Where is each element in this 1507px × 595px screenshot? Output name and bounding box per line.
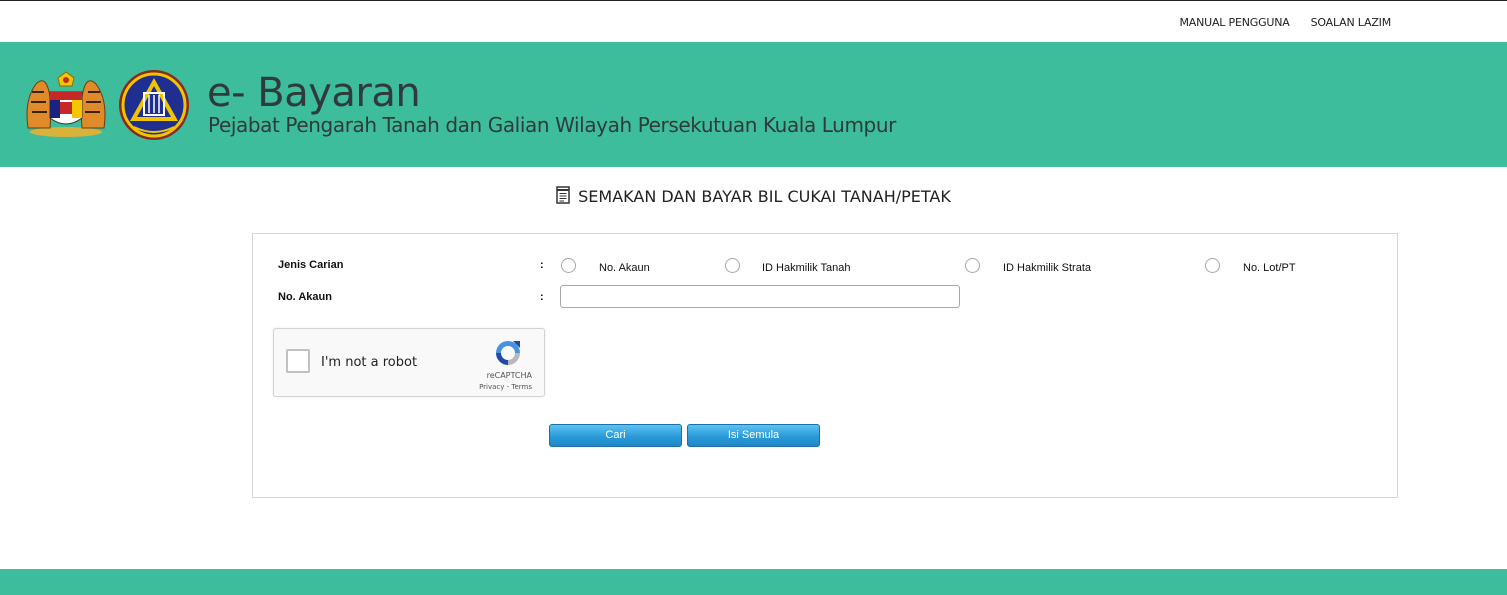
radio-id-hakmilik-strata[interactable]	[965, 258, 980, 273]
document-icon	[556, 186, 570, 204]
reset-button[interactable]: Isi Semula	[687, 424, 820, 447]
land-office-seal-icon	[119, 70, 189, 140]
radio-label-id-hakmilik-tanah: ID Hakmilik Tanah	[762, 262, 851, 274]
app-subtitle: Pejabat Pengarah Tanah dan Galian Wilaya…	[208, 113, 896, 137]
search-button[interactable]: Cari	[549, 424, 682, 447]
account-label: No. Akaun	[278, 291, 332, 303]
radio-label-no-akaun: No. Akaun	[599, 262, 650, 274]
manual-link[interactable]: MANUAL PENGGUNA	[1179, 16, 1289, 29]
recaptcha-links[interactable]: Privacy - Terms	[479, 383, 532, 391]
recaptcha-brand: reCAPTCHA	[486, 371, 532, 380]
search-form-panel: Jenis Carian : No. Akaun ID Hakmilik Tan…	[252, 233, 1398, 498]
search-type-label: Jenis Carian	[278, 259, 344, 271]
radio-label-id-hakmilik-strata: ID Hakmilik Strata	[1003, 262, 1092, 274]
account-colon: :	[540, 291, 544, 303]
top-border	[0, 0, 1507, 1]
search-type-colon: :	[540, 259, 544, 271]
radio-no-lot-pt[interactable]	[1205, 258, 1220, 273]
recaptcha-logo-icon	[496, 341, 520, 365]
account-number-input[interactable]	[560, 285, 960, 308]
radio-no-akaun[interactable]	[561, 258, 576, 273]
page-title-text: SEMAKAN DAN BAYAR BIL CUKAI TANAH/PETAK	[578, 187, 951, 206]
recaptcha-widget: I'm not a robot reCAPTCHA Privacy - Term…	[273, 328, 545, 397]
recaptcha-text: I'm not a robot	[321, 355, 418, 370]
page-title: SEMAKAN DAN BAYAR BIL CUKAI TANAH/PETAK	[0, 186, 1507, 206]
radio-label-no-lot-pt: No. Lot/PT	[1243, 262, 1296, 274]
header-banner: e- Bayaran Pejabat Pengarah Tanah dan Ga…	[0, 42, 1507, 167]
app-title: e- Bayaran	[207, 70, 421, 116]
footer-bar	[0, 569, 1507, 595]
recaptcha-checkbox[interactable]	[286, 349, 310, 373]
top-nav: MANUAL PENGGUNA SOALAN LAZIM	[1179, 16, 1391, 29]
radio-id-hakmilik-tanah[interactable]	[725, 258, 740, 273]
coat-of-arms-icon	[26, 71, 106, 137]
faq-link[interactable]: SOALAN LAZIM	[1311, 16, 1392, 29]
